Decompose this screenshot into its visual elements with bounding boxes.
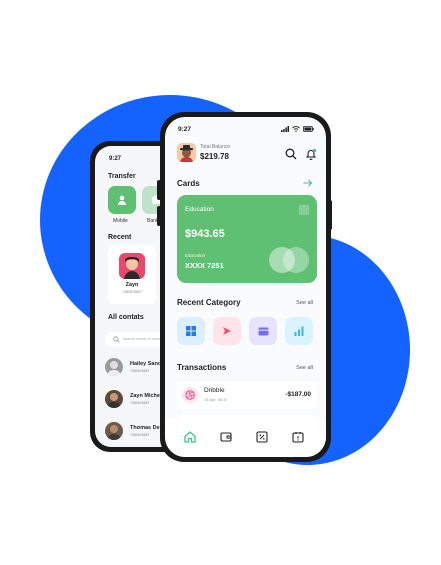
calendar-icon [292, 432, 304, 443]
recent-category-title: Recent Category [177, 298, 241, 307]
chart-icon [294, 326, 304, 336]
percent-icon [256, 431, 268, 443]
wifi-icon [292, 126, 300, 132]
recent-contact-card[interactable]: Zayn +380678657 [108, 246, 156, 304]
bell-icon[interactable] [305, 148, 317, 160]
recent-contact-name: Zayn [125, 282, 139, 288]
contact-number: +380678657 [130, 401, 150, 405]
nav-discount[interactable] [256, 431, 268, 443]
avatar [105, 390, 123, 408]
recent-contact-number: +380678657 [122, 290, 142, 294]
category-tile[interactable] [249, 317, 277, 345]
status-icons [281, 126, 314, 132]
windows-icon [186, 326, 196, 336]
transaction-date: 15 Apr, 08:37 [204, 397, 228, 402]
battery-icon [303, 126, 314, 132]
bottom-nav [165, 419, 326, 457]
status-time: 9:27 [109, 156, 122, 162]
contact-name: Hailey Sand [130, 361, 162, 367]
category-tile[interactable] [285, 317, 313, 345]
recent-title: Recent [108, 234, 132, 241]
card-amount: $943.65 [185, 228, 225, 240]
home-icon [184, 431, 196, 443]
nav-home[interactable] [184, 431, 196, 443]
transfer-mobile-button[interactable] [108, 186, 136, 214]
contact-name: Zayn Michel [130, 393, 162, 399]
card-sub-label: Education [185, 253, 206, 258]
dribbble-icon [182, 387, 198, 403]
transaction-amount: -$187.00 [285, 391, 311, 398]
total-balance-value: $219.78 [200, 152, 229, 161]
nav-calendar[interactable] [292, 431, 304, 443]
transfer-title: Transfer [108, 173, 136, 180]
contact-number: +380678657 [130, 433, 150, 437]
status-time: 9:27 [178, 126, 192, 133]
search-icon[interactable] [285, 148, 297, 160]
contact-number: +380678657 [130, 369, 150, 373]
transaction-name: Dribble [204, 387, 225, 394]
category-tile[interactable] [213, 317, 241, 345]
transactions-title: Transactions [177, 363, 227, 372]
front-phone-screen: 9:27 Total Balance $219.78 Cards Educati… [165, 117, 326, 457]
send-icon [223, 327, 231, 335]
card-logo-circle [283, 247, 309, 273]
transaction-row[interactable]: Dribble 15 Apr, 08:37 -$187.00 [177, 381, 317, 409]
avatar[interactable] [177, 143, 196, 162]
avatar [105, 358, 123, 376]
education-card[interactable]: Education $943.65 Education XXXX 7251 [177, 195, 317, 283]
avatar [105, 422, 123, 440]
total-balance-label: Total Balance [200, 144, 231, 150]
front-phone: 9:27 Total Balance $219.78 Cards Educati… [160, 112, 331, 462]
category-see-all-link[interactable]: See all [296, 300, 313, 306]
all-contacts-title: All contats [108, 314, 144, 321]
nav-wallet[interactable] [220, 431, 232, 443]
card-name: Education [185, 206, 214, 213]
wallet-icon [220, 432, 232, 442]
card-menu-button[interactable] [299, 205, 309, 215]
contact-name: Thomas Den [130, 425, 164, 431]
user-icon [118, 195, 126, 205]
transactions-see-all-link[interactable]: See all [296, 365, 313, 371]
signal-icon [281, 126, 289, 132]
card-icon [258, 327, 268, 335]
arrow-right-icon[interactable] [303, 179, 313, 187]
search-icon [113, 335, 120, 343]
promo-stage: 9:27 Transfer Mobile Bank Recent Zayn +3… [0, 0, 441, 565]
transfer-mobile-label: Mobile [113, 218, 128, 224]
card-number: XXXX 7251 [185, 261, 224, 270]
cards-title: Cards [177, 179, 200, 188]
category-tile[interactable] [177, 317, 205, 345]
avatar [119, 253, 145, 279]
